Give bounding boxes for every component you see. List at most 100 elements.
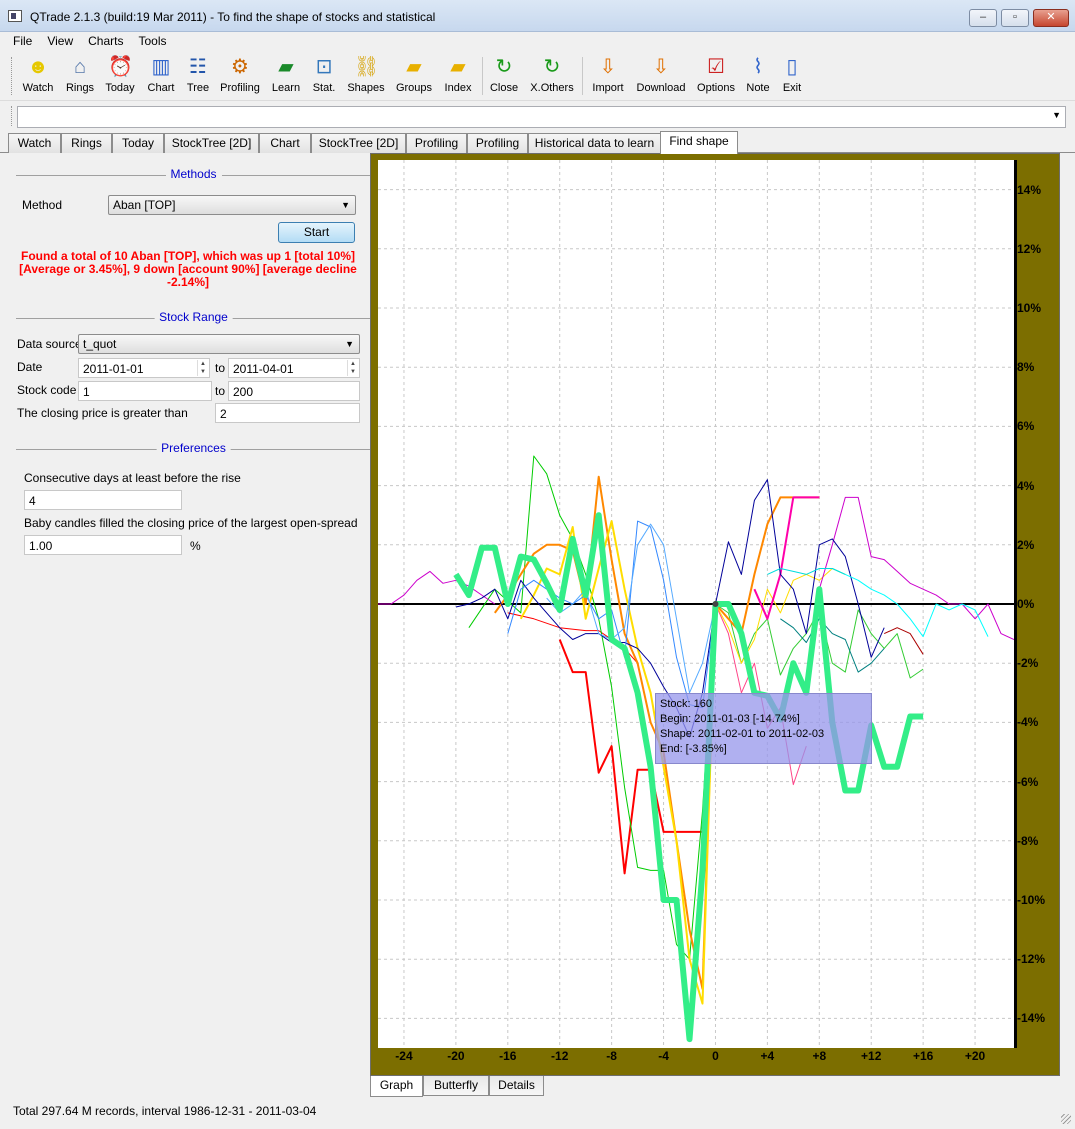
toolbar-close-button[interactable]: ↻ Close [488, 55, 520, 99]
tab-stocktree-2d[interactable]: StockTree [2D] [164, 133, 259, 153]
tab-details[interactable]: Details [489, 1076, 544, 1096]
tab-today[interactable]: Today [112, 133, 164, 153]
consecutive-days-field[interactable]: 4 [24, 490, 182, 510]
toolbar-profiling-button[interactable]: ⚙ Profiling [218, 55, 262, 99]
closing-price-field[interactable]: 2 [215, 403, 360, 423]
tab-butterfly[interactable]: Butterfly [423, 1076, 489, 1096]
maximize-button[interactable]: ▫ [1001, 9, 1029, 27]
y-tick-label: -8% [1017, 833, 1039, 848]
stock-code-to-field[interactable]: 200 [228, 381, 360, 401]
chart-plot-area[interactable]: Stock: 160 Begin: 2011-01-03 [-14.74%] S… [378, 160, 1014, 1048]
y-tick-label: -14% [1017, 1011, 1046, 1026]
x-tick-label: +8 [812, 1049, 827, 1063]
resize-grip-icon[interactable] [1061, 1114, 1071, 1124]
status-text: Total 297.64 M records, interval 1986-12… [13, 1104, 317, 1118]
x-tick-label: +20 [964, 1049, 986, 1063]
close-button[interactable]: ✕ [1033, 9, 1069, 27]
toolbar-options-button[interactable]: ☑ Options [695, 55, 737, 99]
tab-profiling[interactable]: Profiling [406, 133, 467, 153]
tooltip-stock: Stock: 160 [660, 698, 712, 710]
y-tick-label: 0% [1017, 597, 1035, 611]
menu-charts[interactable]: Charts [81, 32, 131, 48]
tab-graph[interactable]: Graph [370, 1076, 423, 1097]
closing-price-label: The closing price is greater than [17, 406, 188, 420]
folder-icon: ▰ [406, 56, 422, 78]
toolbar-learn-button[interactable]: ▰ Learn [268, 55, 304, 99]
toolbar-grip[interactable] [11, 57, 14, 95]
tab-stocktree-2d-2[interactable]: StockTree [2D] [311, 133, 406, 153]
date-to-field[interactable]: 2011-04-01 ▲ ▼ [228, 358, 360, 378]
data-source-select[interactable]: t_quot ▼ [78, 334, 360, 354]
toolbar-shapes-button[interactable]: ⛓ Shapes [346, 55, 386, 99]
toolbar-stat-button[interactable]: ⊡ Stat. [308, 55, 340, 99]
toolbar-note-button[interactable]: ⌇ Note [744, 55, 772, 99]
app-icon [8, 10, 22, 22]
date-from-field[interactable]: 2011-01-01 ▲ ▼ [78, 358, 210, 378]
series-line-17[interactable] [767, 568, 846, 575]
menu-view[interactable]: View [40, 32, 81, 48]
tooltip-shape: Shape: 2011-02-01 to 2011-02-03 [660, 728, 825, 740]
combo-grip[interactable] [11, 106, 14, 126]
toolbar-watch-button[interactable]: ☻ Watch [20, 55, 56, 99]
chevron-down-icon[interactable]: ▼ [1052, 110, 1061, 120]
x-tick-label: +4 [760, 1049, 775, 1063]
toolbar-xothers-button[interactable]: ↻ X.Others [528, 55, 576, 99]
toolbar-chart-button[interactable]: ▥ Chart [143, 55, 179, 99]
x-tick-label: -24 [395, 1049, 413, 1063]
menu-file[interactable]: File [0, 32, 40, 48]
y-tick-label: -4% [1017, 715, 1039, 730]
spin-arrows-icon[interactable]: ▲ ▼ [197, 360, 208, 376]
stock-code-label: Stock code [17, 383, 77, 397]
baby-candles-field[interactable]: 1.00 [24, 535, 182, 555]
refresh-icon: ↻ [495, 56, 513, 78]
method-select[interactable]: Aban [TOP] ▼ [108, 195, 356, 215]
y-tick-label: -6% [1017, 774, 1039, 789]
series-line-2[interactable] [507, 612, 638, 664]
find-shape-settings-panel: Methods Method Aban [TOP] ▼ Start Found a… [8, 154, 371, 1094]
refresh-icon: ↻ [543, 56, 561, 78]
start-button[interactable]: Start [278, 222, 355, 243]
tab-chart[interactable]: Chart [259, 133, 311, 153]
toolbar-today-button[interactable]: ⏰ Today [102, 55, 138, 99]
baby-candles-label: Baby candles filled the closing price of… [24, 516, 358, 530]
menu-tools[interactable]: Tools [131, 32, 174, 48]
alarm-clock-icon: ⏰ [108, 56, 133, 78]
stock-code-from-field[interactable]: 1 [78, 381, 212, 401]
paperclip-icon: ⌇ [753, 56, 763, 78]
address-combobox[interactable]: ▼ [17, 106, 1066, 128]
x-tick-label: +12 [861, 1049, 882, 1063]
magnifier-chart-icon: ⊡ [315, 56, 333, 78]
toolbar-exit-button[interactable]: ▯ Exit [778, 55, 806, 99]
tab-profiling-2[interactable]: Profiling [467, 133, 528, 153]
stock-range-section-title: Stock Range [16, 310, 371, 326]
date-label: Date [17, 360, 43, 374]
minimize-button[interactable]: – [969, 9, 997, 27]
series-line-10[interactable] [378, 570, 496, 605]
profiling-icon: ⚙ [231, 56, 249, 78]
tab-historical-data[interactable]: Historical data to learn [528, 133, 661, 153]
data-source-label: Data source [17, 337, 82, 351]
toolbar-import-button[interactable]: ⇩ Import [589, 55, 627, 99]
tooltip-end: End: [-3.85%] [660, 743, 727, 755]
y-tick-label: 2% [1017, 537, 1035, 552]
checklist-icon: ☑ [707, 56, 725, 78]
chain-icon: ⛓ [354, 56, 380, 78]
x-tick-label: -12 [551, 1049, 569, 1063]
spin-arrows-icon[interactable]: ▲ ▼ [347, 360, 358, 376]
y-tick-label: -12% [1017, 952, 1046, 967]
chevron-down-icon: ▼ [341, 200, 350, 210]
preferences-section-title: Preferences [16, 441, 371, 457]
toolbar-index-button[interactable]: ▰ Index [440, 55, 476, 99]
import-icon: ⇩ [599, 56, 617, 78]
toolbar-tree-button[interactable]: ☷ Tree [182, 55, 214, 99]
tab-rings[interactable]: Rings [61, 133, 112, 153]
toolbar-rings-button[interactable]: ⌂ Rings [62, 55, 98, 99]
tab-watch[interactable]: Watch [8, 133, 61, 153]
toolbar-groups-button[interactable]: ▰ Groups [394, 55, 434, 99]
toolbar-download-button[interactable]: ⇩ Download [634, 55, 688, 99]
tab-find-shape[interactable]: Find shape [660, 131, 738, 154]
book-icon: ▰ [278, 56, 294, 78]
series-line-16[interactable] [832, 568, 989, 638]
toolbar: ☻ Watch ⌂ Rings ⏰ Today ▥ Chart ☷ Tree ⚙ Profi… [0, 51, 1075, 101]
x-tick-label: -20 [447, 1049, 465, 1063]
